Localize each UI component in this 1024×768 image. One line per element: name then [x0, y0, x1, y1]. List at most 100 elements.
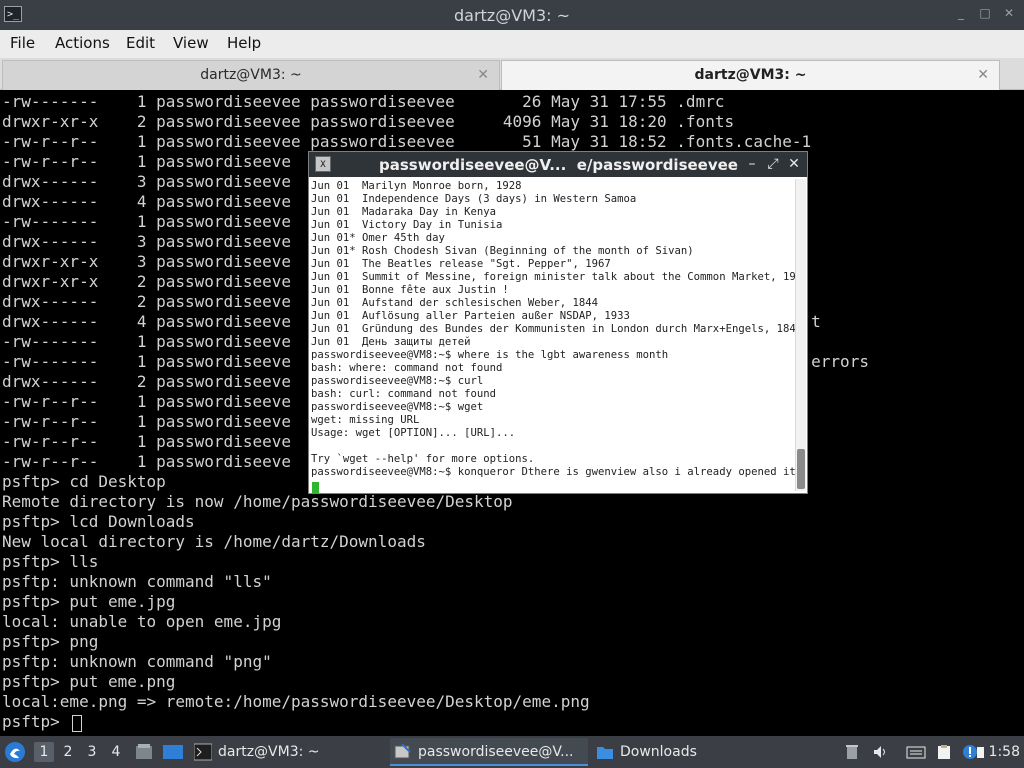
taskbar-task-xterm[interactable]: passwordiseevee@V... [390, 738, 588, 766]
xterm-line: Jun 01 Auflösung aller Parteien außer NS… [311, 310, 630, 322]
xterm-line: Jun 01 День защиты детей [311, 336, 471, 348]
terminal-line: -rw-r--r-- 1 passwordiseeve [2, 452, 291, 471]
terminal-line: New local directory is /home/dartz/Downl… [2, 532, 426, 551]
xterm-line: Jun 01 Aufstand der schlesischen Weber, … [311, 297, 599, 309]
xterm-title: passwordiseevee@V... e/passwordiseevee [379, 156, 738, 174]
xterm-line: bash: curl: command not found [311, 388, 496, 400]
xterm-minimize-button[interactable]: – [745, 156, 759, 172]
xterm-scrollbar-thumb[interactable] [797, 449, 805, 489]
xterm-line: Jun 01* Rosh Chodesh Sivan (Beginning of… [311, 245, 694, 257]
terminal-line: drwx------ 2 passwordiseeve [2, 292, 291, 311]
xterm-line: Jun 01 Independence Days (3 days) in Wes… [311, 193, 637, 205]
terminal-line: drwx------ 4 passwordiseeve [2, 192, 291, 211]
xterm-line: Usage: wget [OPTION]... [URL]... [311, 427, 516, 439]
terminal-line: drwx------ 3 passwordiseeve [2, 172, 291, 191]
terminal-line: -rw------- 1 passwordiseeve [2, 332, 291, 351]
terminal-line: psftp> put eme.png [2, 672, 176, 691]
tab-1[interactable]: dartz@VM3: ~ ✕ [2, 60, 500, 90]
terminal-line: -rw------- 1 passwordiseevee passwordise… [2, 92, 725, 111]
xterm-cursor [312, 482, 319, 494]
terminal-line: -rw-r--r-- 1 passwordiseeve [2, 412, 291, 431]
desktop-icon [163, 745, 183, 759]
xterm-line: Jun 01 Marilyn Monroe born, 1928 [311, 180, 522, 192]
xterm-icon [394, 743, 411, 759]
keyboard-icon[interactable] [906, 744, 926, 760]
xterm-line: Jun 01 The Beatles release "Sgt. Pepper"… [311, 258, 611, 270]
tab-label: dartz@VM3: ~ [200, 67, 302, 83]
trash-icon[interactable] [844, 744, 860, 760]
terminal-line: psftp: unknown command "png" [2, 652, 272, 671]
volume-icon[interactable] [872, 744, 888, 760]
minimize-button[interactable]: _ [954, 6, 968, 20]
window-title: dartz@VM3: ~ [453, 6, 571, 25]
menu-view[interactable]: View [173, 34, 209, 52]
tab-close-icon[interactable]: ✕ [977, 67, 989, 83]
show-desktop-button[interactable] [162, 736, 184, 768]
terminal-line: -rw------- 1 passwordiseeve [2, 212, 291, 231]
workspace-2[interactable]: 2 [58, 742, 78, 762]
workspace-1[interactable]: 1 [34, 742, 54, 762]
xterm-scrollbar[interactable] [795, 179, 806, 491]
xterm-close-button[interactable]: ✕ [787, 156, 801, 172]
terminal-line: -rw-r--r-- 1 passwordiseevee passwordise… [2, 132, 812, 151]
xterm-line: Jun 01 Gründung des Bundes der Kommunist… [311, 323, 797, 335]
menu-edit[interactable]: Edit [126, 34, 155, 52]
xterm-line: Jun 01 Victory Day in Tunisia [311, 219, 503, 231]
menu-actions[interactable]: Actions [55, 34, 110, 52]
workspace-4[interactable]: 4 [106, 742, 126, 762]
start-menu-button[interactable] [4, 736, 28, 768]
task-label: passwordiseevee@V... [418, 744, 574, 760]
network-icon[interactable] [976, 744, 986, 760]
xterm-titlebar[interactable]: X passwordiseevee@V... e/passwordiseevee… [309, 152, 807, 177]
terminal-line: Remote directory is now /home/passwordis… [2, 492, 513, 511]
xterm-line: passwordiseevee@VM8:~$ where is the lgbt… [311, 349, 669, 361]
terminal-line: psftp: unknown command "lls" [2, 572, 272, 591]
terminal-line: psftp> put eme.jpg [2, 592, 176, 611]
terminal-line: -rw-r--r-- 1 passwordiseeve [2, 432, 291, 451]
tab-close-icon[interactable]: ✕ [477, 67, 489, 83]
xterm-icon: X [315, 156, 331, 172]
terminal-line: drwxr-xr-x 2 passwordiseeve [2, 272, 291, 291]
maximize-button[interactable]: □ [978, 6, 992, 20]
terminal-line: drwxr-xr-x 2 passwordiseevee passwordise… [2, 112, 735, 131]
xterm-line: Jun 01 Summit of Messine, foreign minist… [311, 271, 797, 283]
taskbar-task-downloads[interactable]: Downloads [592, 738, 752, 766]
window-titlebar[interactable]: >_ dartz@VM3: ~ _ □ ✕ [0, 0, 1024, 30]
xterm-line: Jun 01 Bonne fête aux Justin ! [311, 284, 509, 296]
clock[interactable]: 1:58 [989, 736, 1020, 768]
xterm-line: Jun 01* Omer 45th day [311, 232, 445, 244]
xterm-line: bash: where: command not found [311, 362, 503, 374]
terminal-line: -rw-r--r-- 1 passwordiseeve [2, 152, 291, 171]
terminal-line: psftp> lls [2, 552, 99, 571]
start-menu-icon [5, 742, 25, 762]
terminal-line: drwx------ 3 passwordiseeve [2, 232, 291, 251]
menu-file[interactable]: File [10, 34, 35, 52]
file-manager-icon [136, 744, 152, 759]
menu-bar: File Actions Edit View Help [0, 30, 1024, 58]
xterm-line: Try `wget --help' for more options. [311, 453, 535, 465]
xterm-window[interactable]: X passwordiseevee@V... e/passwordiseevee… [308, 151, 808, 494]
terminal-line: psftp> lcd Downloads [2, 512, 195, 531]
xterm-line: passwordiseevee@VM8:~$ curl [311, 375, 484, 387]
terminal-line: drwx------ 2 passwordiseeve [2, 372, 291, 391]
folder-icon [597, 747, 613, 759]
workspace-3[interactable]: 3 [82, 742, 102, 762]
menu-help[interactable]: Help [227, 34, 261, 52]
terminal-line: local: unable to open eme.jpg [2, 612, 282, 631]
xterm-line: Jun 01 Madaraka Day in Kenya [311, 206, 496, 218]
xterm-line: passwordiseevee@VM8:~$ wget [311, 401, 484, 413]
xterm-content[interactable]: Jun 01 Marilyn Monroe born, 1928 Jun 01 … [309, 177, 797, 493]
terminal-line: drwxr-xr-x 3 passwordiseeve [2, 252, 291, 271]
tab-2[interactable]: dartz@VM3: ~ ✕ [501, 60, 1000, 90]
file-manager-launcher[interactable] [134, 736, 154, 768]
terminal-line: -rw-r--r-- 1 passwordiseeve [2, 392, 291, 411]
clipboard-icon[interactable] [936, 744, 952, 760]
terminal-prompt-line: psftp> [2, 712, 70, 731]
tab-bar: dartz@VM3: ~ ✕ dartz@VM3: ~ ✕ [0, 58, 1024, 90]
taskbar-task-terminal[interactable]: dartz@VM3: ~ [190, 738, 386, 766]
terminal-cursor [72, 715, 82, 732]
close-button[interactable]: ✕ [1002, 6, 1016, 20]
task-label: Downloads [620, 744, 697, 760]
xterm-maximize-button[interactable]: ⤢ [766, 156, 780, 172]
xterm-line: wget: missing URL [311, 414, 420, 426]
